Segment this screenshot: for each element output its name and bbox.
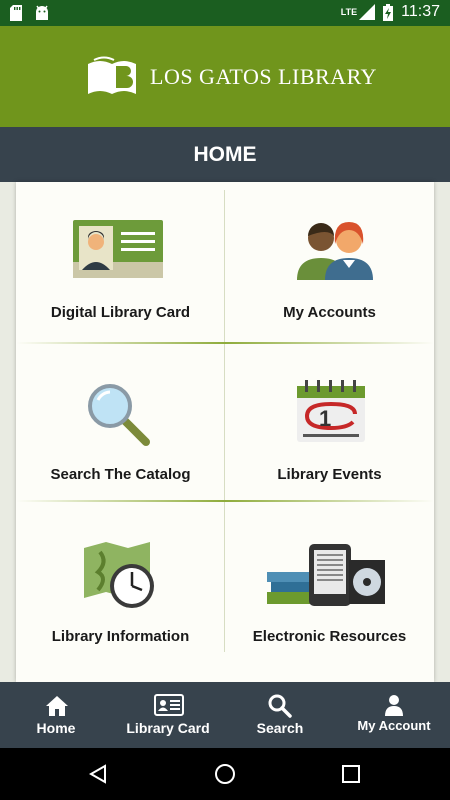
page-title: HOME (0, 127, 450, 182)
nav-label: My Account (357, 718, 431, 733)
tile-label: Digital Library Card (50, 304, 191, 321)
tile-my-accounts[interactable]: My Accounts (225, 182, 434, 342)
content-area: Digital Library Card My Accounts Search … (0, 182, 450, 682)
tile-electronic-resources[interactable]: Electronic Resources (225, 500, 434, 660)
clock: 11:37 (401, 3, 440, 20)
tile-digital-library-card[interactable]: Digital Library Card (16, 182, 225, 342)
library-card-icon (73, 220, 163, 278)
calendar-icon: 1 (297, 380, 365, 442)
tile-label: Library Information (51, 628, 190, 645)
system-nav-bar (0, 748, 450, 800)
status-bar: LTE 11:37 (0, 0, 450, 26)
nav-my-account[interactable]: My Account (344, 682, 444, 748)
tile-library-events[interactable]: 1 Library Events (225, 342, 434, 500)
home-icon (46, 696, 68, 716)
person-icon (385, 695, 403, 716)
search-icon (268, 694, 292, 718)
accounts-people-icon (297, 222, 373, 280)
library-name: LOS GATOS LIBRARY (150, 64, 377, 89)
id-card-icon (154, 694, 184, 716)
network-type: LTE (340, 7, 358, 17)
sd-card-icon (10, 5, 22, 21)
tile-label: Search The Catalog (50, 466, 191, 483)
tile-search-catalog[interactable]: Search The Catalog (16, 342, 225, 500)
map-clock-icon (84, 542, 154, 608)
home-circle-icon[interactable] (214, 763, 236, 785)
nav-label: Search (256, 720, 304, 736)
nav-label: Library Card (126, 720, 210, 736)
svg-text:1: 1 (319, 406, 331, 431)
brand-header: LOS GATOS LIBRARY (0, 26, 450, 127)
tile-label: My Accounts (283, 304, 376, 321)
magnifier-icon (88, 384, 150, 446)
nav-label: Home (36, 720, 76, 736)
bottom-nav: Home Library Card Search My Account (0, 682, 450, 748)
recents-icon[interactable] (342, 765, 360, 783)
back-icon[interactable] (88, 764, 108, 784)
nav-library-card[interactable]: Library Card (120, 682, 216, 748)
tile-library-information[interactable]: Library Information (16, 500, 225, 660)
android-icon (36, 5, 48, 20)
signal-icon (359, 4, 376, 20)
library-logo-icon (88, 56, 136, 94)
books-ereader-disc-icon (267, 544, 385, 606)
battery-charging-icon (383, 3, 394, 21)
nav-search[interactable]: Search (232, 682, 328, 748)
nav-home[interactable]: Home (8, 682, 104, 748)
tile-label: Electronic Resources (252, 628, 407, 645)
tile-label: Library Events (277, 466, 382, 483)
menu-grid: Digital Library Card My Accounts Search … (16, 182, 434, 682)
